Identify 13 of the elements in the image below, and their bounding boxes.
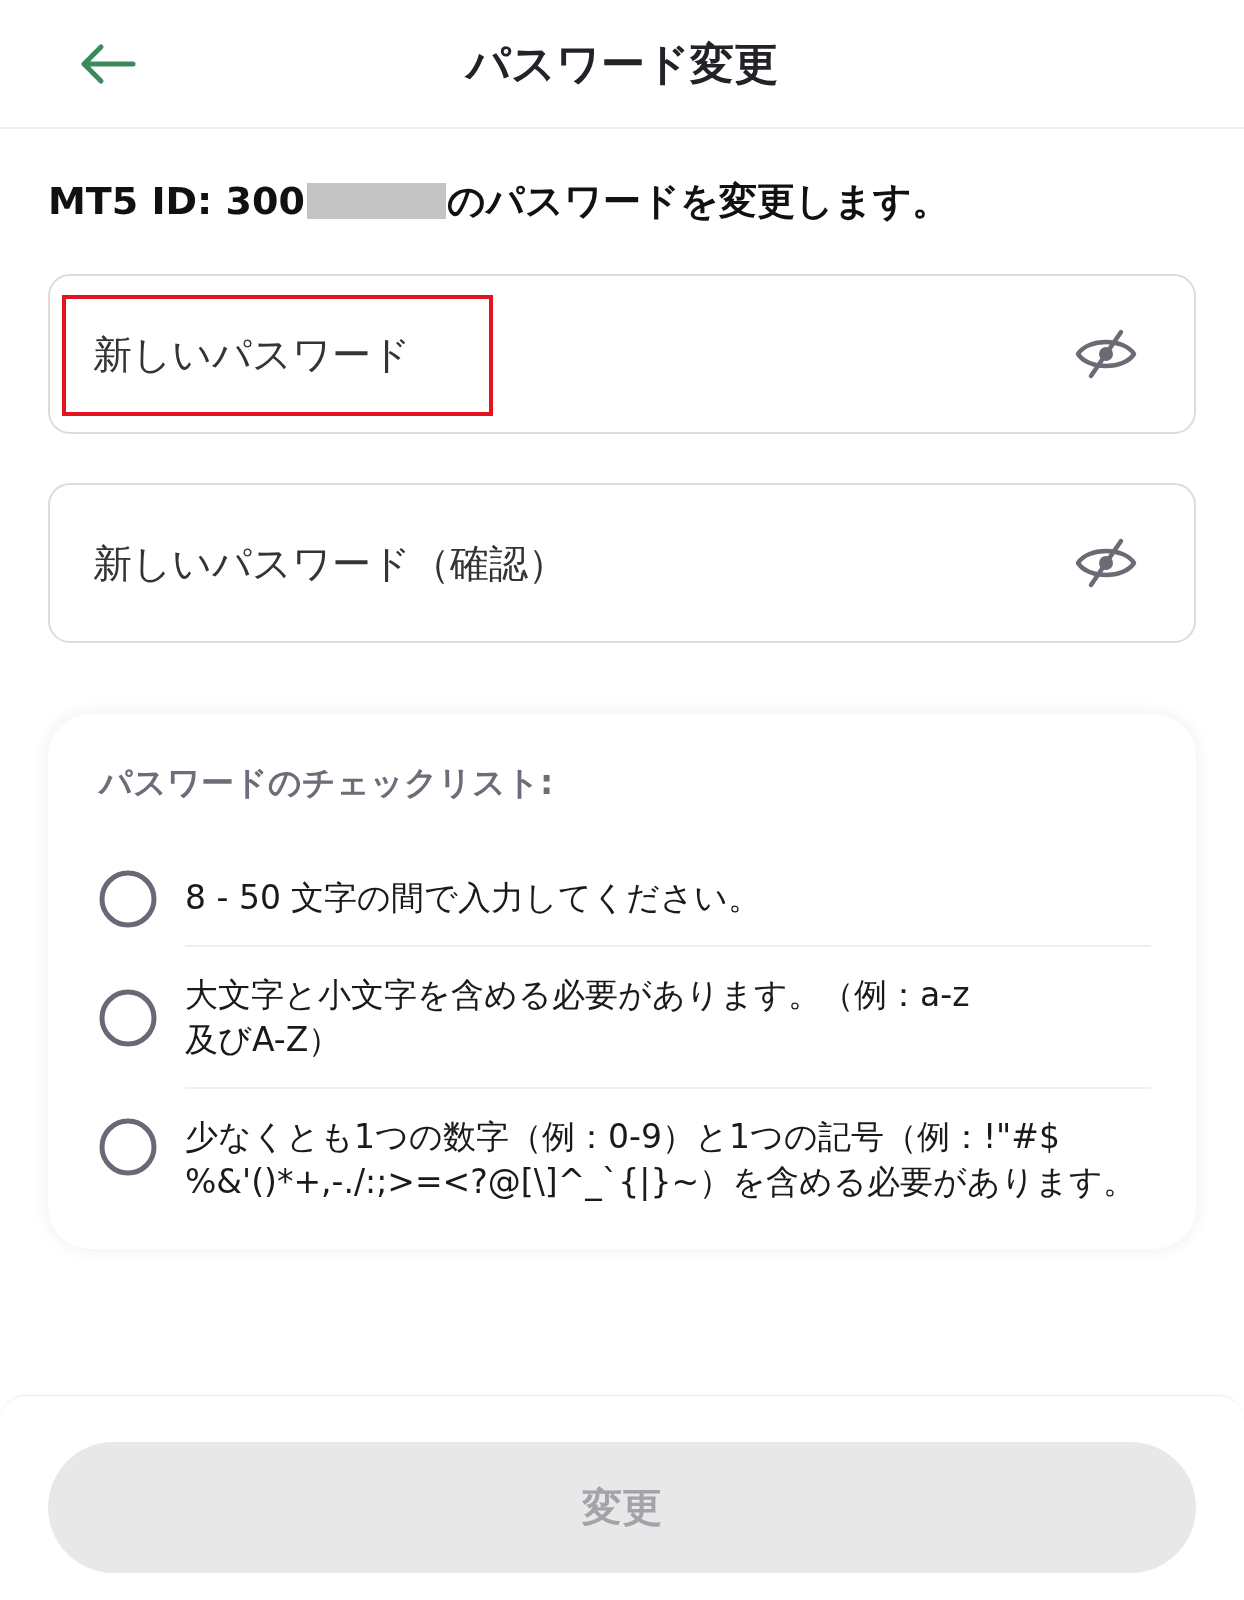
- back-button[interactable]: [80, 42, 136, 85]
- requirement-text: 8 - 50 文字の間で入力してください。: [185, 877, 762, 919]
- back-arrow-icon: [80, 42, 136, 85]
- checklist-title: パスワードのチェックリスト:: [99, 763, 555, 803]
- password-field[interactable]: 新しいパスワード: [48, 274, 1196, 434]
- eye-slash-icon[interactable]: [1074, 328, 1138, 380]
- account-id-text: MT5 ID: 300: [48, 179, 305, 223]
- intro-text: のパスワードを変更します。: [446, 177, 950, 225]
- page-title: パスワード変更: [466, 36, 778, 91]
- eye-slash-icon[interactable]: [1074, 537, 1138, 589]
- password-field[interactable]: 新しいパスワード（確認）: [48, 483, 1196, 643]
- requirement-text: 大文字と小文字を含める必要があります。（例：a-z 及びA-Z）: [185, 974, 970, 1061]
- requirement-text: 少なくとも1つの数字（例：0-9）と1つの記号（例：!"#$ %&'()*+,-./:;>=<?@[\]^_`{|}~）を含める必要があります。: [185, 1116, 1137, 1203]
